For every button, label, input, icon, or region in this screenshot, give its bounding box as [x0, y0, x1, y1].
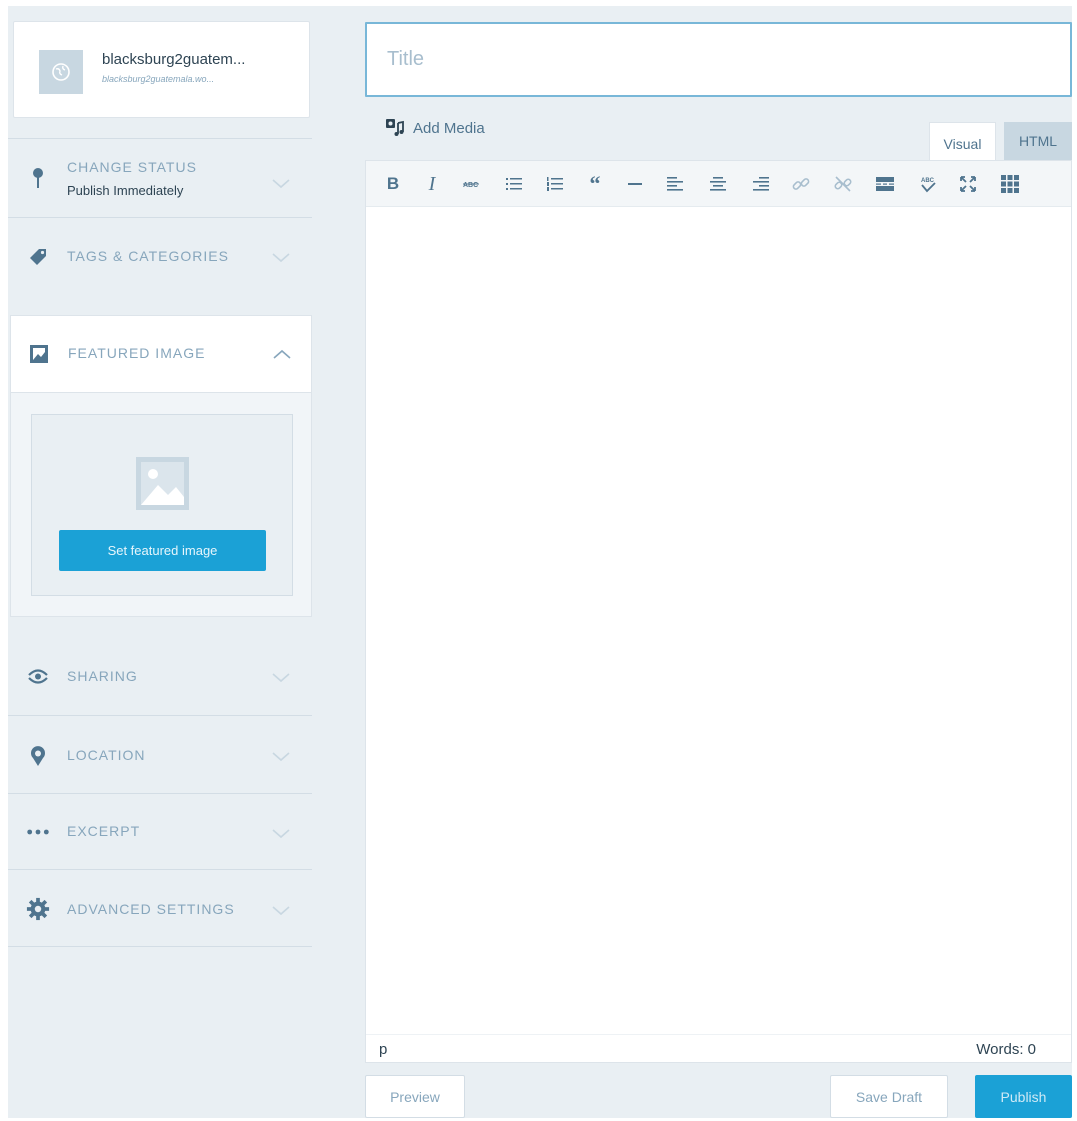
align-center-icon[interactable]: [707, 172, 729, 196]
section-label: EXCERPT: [67, 823, 141, 839]
editor-sidebar: blacksburg2guatem... blacksburg2guatemal…: [8, 6, 312, 1118]
bold-icon[interactable]: B: [382, 172, 404, 196]
align-right-icon[interactable]: [750, 172, 772, 196]
section-label: TAGS & CATEGORIES: [67, 248, 229, 264]
word-count: Words: 0: [976, 1041, 1036, 1058]
publish-schedule: Publish Immediately: [67, 183, 184, 198]
chevron-down-icon: [272, 906, 290, 916]
set-featured-image-button[interactable]: Set featured image: [59, 530, 266, 571]
chevron-down-icon: [272, 673, 290, 683]
add-media-button[interactable]: Add Media: [385, 118, 485, 138]
chevron-down-icon: [272, 179, 290, 189]
section-excerpt[interactable]: EXCERPT: [8, 793, 312, 869]
section-location[interactable]: LOCATION: [8, 715, 312, 793]
add-media-label: Add Media: [413, 119, 485, 137]
insert-more-icon[interactable]: [874, 172, 896, 196]
chevron-down-icon: [272, 752, 290, 762]
sharing-icon: [26, 664, 50, 688]
section-advanced-settings[interactable]: ADVANCED SETTINGS: [8, 869, 312, 947]
section-label: FEATURED IMAGE: [68, 345, 206, 361]
link-icon[interactable]: [790, 172, 812, 196]
post-title-input[interactable]: [365, 22, 1072, 97]
spellcheck-icon[interactable]: ABC: [917, 172, 939, 196]
frame-right: [1072, 0, 1077, 1121]
gear-icon: [26, 897, 50, 921]
site-card[interactable]: blacksburg2guatem... blacksburg2guatemal…: [13, 21, 310, 118]
align-left-icon[interactable]: [664, 172, 686, 196]
blockquote-icon[interactable]: “: [584, 171, 606, 196]
horizontal-rule-icon[interactable]: [624, 172, 646, 196]
section-label: ADVANCED SETTINGS: [67, 901, 235, 917]
numbered-list-icon[interactable]: [544, 172, 566, 196]
site-url: blacksburg2guatemala.wo...: [102, 74, 215, 84]
tab-html[interactable]: HTML: [1004, 122, 1072, 160]
fullscreen-icon[interactable]: [957, 172, 979, 196]
tag-icon: [26, 245, 50, 269]
chevron-down-icon: [272, 253, 290, 263]
bullet-list-icon[interactable]: [503, 172, 525, 196]
unlink-icon[interactable]: [832, 172, 854, 196]
section-featured-image[interactable]: FEATURED IMAGE: [10, 315, 312, 393]
tab-visual[interactable]: Visual: [929, 122, 996, 160]
toolbar-toggle-icon[interactable]: [999, 172, 1021, 196]
strikethrough-icon[interactable]: ABC: [460, 172, 482, 196]
italic-icon[interactable]: I: [421, 172, 443, 196]
save-draft-button[interactable]: Save Draft: [830, 1075, 948, 1118]
pin-icon: [26, 166, 50, 190]
editor-status-bar: p Words: 0: [366, 1034, 1071, 1062]
preview-button[interactable]: Preview: [365, 1075, 465, 1118]
ellipsis-icon: [26, 820, 50, 844]
formatting-toolbar: B I ABC “ ABC: [366, 161, 1071, 207]
section-sharing[interactable]: SHARING: [8, 637, 312, 715]
svg-text:ABC: ABC: [463, 182, 478, 189]
section-label: LOCATION: [67, 747, 146, 763]
site-title: blacksburg2guatem...: [102, 51, 246, 68]
editor-content-area[interactable]: B I ABC “ ABC p Words: 0: [365, 160, 1072, 1063]
section-label: CHANGE STATUS: [67, 159, 197, 175]
frame-left: [0, 0, 8, 1121]
svg-text:ABC: ABC: [921, 178, 935, 184]
chevron-down-icon: [272, 829, 290, 839]
section-tags-categories[interactable]: TAGS & CATEGORIES: [8, 217, 312, 294]
globe-icon: [39, 50, 83, 94]
section-label: SHARING: [67, 668, 138, 684]
featured-image-dropzone[interactable]: Set featured image: [31, 414, 293, 596]
image-icon: [27, 342, 51, 366]
section-change-status[interactable]: CHANGE STATUS Publish Immediately: [8, 138, 312, 217]
element-path: p: [379, 1041, 388, 1058]
image-placeholder-icon: [136, 457, 189, 510]
chevron-up-icon: [273, 349, 291, 359]
featured-image-panel: Set featured image: [10, 393, 312, 617]
location-icon: [26, 744, 50, 768]
publish-button[interactable]: Publish: [975, 1075, 1072, 1118]
add-media-icon: [386, 119, 404, 136]
